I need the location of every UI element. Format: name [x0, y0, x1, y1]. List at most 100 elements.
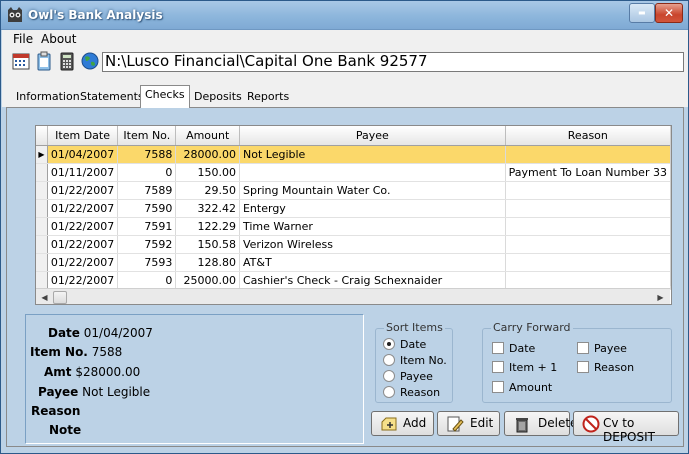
cell-date[interactable]: 01/22/2007 [47, 253, 119, 272]
cell-payee[interactable] [239, 163, 506, 182]
cell-item-no[interactable]: 7589 [117, 181, 177, 200]
table-row[interactable]: 01/22/2007 7589 29.50 Spring Mountain Wa… [36, 181, 671, 200]
file-path-field[interactable]: N:\Lusco Financial\Capital One Bank 9257… [102, 52, 684, 72]
checks-grid[interactable]: Item Date Item No. Amount Payee Reason ▶… [35, 125, 672, 305]
cell-payee[interactable]: Verizon Wireless [239, 235, 506, 254]
cell-amount[interactable]: 150.58 [175, 235, 240, 254]
col-header-item-no[interactable]: Item No. [117, 126, 177, 146]
tab-checks[interactable]: Checks [140, 85, 190, 108]
col-header-amount[interactable]: Amount [175, 126, 240, 146]
tab-deposits[interactable]: Deposits [194, 89, 242, 107]
cell-date[interactable]: 01/22/2007 [47, 199, 119, 218]
clipboard-icon[interactable] [34, 51, 54, 71]
menu-file[interactable]: File [13, 32, 33, 46]
horizontal-scroll-thumb[interactable] [53, 291, 67, 304]
calculator-icon[interactable] [57, 51, 77, 71]
table-row[interactable]: 01/22/2007 7590 322.42 Entergy [36, 199, 671, 218]
table-row[interactable]: 01/22/2007 7592 150.58 Verizon Wireless [36, 235, 671, 254]
radio-icon [383, 370, 395, 382]
col-header-payee[interactable]: Payee [239, 126, 506, 146]
close-button[interactable]: ✕ [655, 3, 683, 23]
cell-item-no[interactable]: 7588 [117, 145, 177, 164]
cell-amount[interactable]: 122.29 [175, 217, 240, 236]
cell-item-no[interactable]: 7591 [117, 217, 177, 236]
cell-reason[interactable] [505, 181, 671, 200]
cell-date[interactable]: 01/22/2007 [47, 181, 119, 200]
sort-option-label: Reason [400, 386, 441, 399]
carry-item-plus-one-checkbox[interactable]: Item + 1 [492, 361, 557, 374]
cell-payee[interactable]: AT&T [239, 253, 506, 272]
checkbox-icon [492, 342, 504, 354]
title-bar[interactable]: Owl's Bank Analysis ▬ ✕ [1, 1, 688, 30]
row-indicator [36, 253, 48, 272]
sort-by-payee-radio[interactable]: Payee [383, 370, 433, 383]
cell-reason[interactable] [505, 199, 671, 218]
calendar-icon[interactable] [11, 51, 31, 71]
edit-button-label: Edit [470, 416, 494, 430]
cell-item-no[interactable]: 7590 [117, 199, 177, 218]
cell-reason[interactable] [505, 271, 671, 290]
carry-reason-checkbox[interactable]: Reason [577, 361, 634, 374]
sort-by-item-no-radio[interactable]: Item No. [383, 354, 447, 367]
cell-payee[interactable]: Time Warner [239, 217, 506, 236]
vertical-scrollbar[interactable]: ▲ ▼ [670, 126, 672, 286]
scroll-up-icon[interactable]: ▲ [671, 126, 672, 143]
cell-payee[interactable]: Entergy [239, 199, 506, 218]
cell-date[interactable]: 01/04/2007 [47, 145, 119, 164]
col-header-reason[interactable]: Reason [505, 126, 671, 146]
tab-reports[interactable]: Reports [247, 89, 289, 107]
cell-date[interactable]: 01/22/2007 [47, 235, 119, 254]
table-row[interactable]: 01/11/2007 0 150.00 Payment To Loan Numb… [36, 163, 671, 182]
col-header-item-date[interactable]: Item Date [47, 126, 119, 146]
detail-item-value: 7588 [91, 345, 123, 359]
cell-reason[interactable]: Payment To Loan Number 33 [505, 163, 671, 182]
cell-amount[interactable]: 29.50 [175, 181, 240, 200]
cell-item-no[interactable]: 7593 [117, 253, 177, 272]
cell-amount[interactable]: 322.42 [175, 199, 240, 218]
table-row[interactable]: 01/22/2007 7591 122.29 Time Warner [36, 217, 671, 236]
sort-by-reason-radio[interactable]: Reason [383, 386, 440, 399]
table-row[interactable]: 01/22/2007 7593 128.80 AT&T [36, 253, 671, 272]
carry-payee-checkbox[interactable]: Payee [577, 342, 627, 355]
cell-amount[interactable]: 25000.00 [175, 271, 240, 290]
convert-to-deposit-button[interactable]: Cv to DEPOSIT [573, 411, 679, 444]
sort-by-date-radio[interactable]: Date [383, 338, 426, 351]
cell-item-no[interactable]: 7592 [117, 235, 177, 254]
cell-payee[interactable]: Not Legible [239, 145, 506, 164]
row-indicator-header [36, 126, 48, 146]
menu-about[interactable]: About [41, 32, 76, 46]
cell-date[interactable]: 01/11/2007 [47, 163, 119, 182]
table-row[interactable]: ▶ 01/04/2007 7588 28000.00 Not Legible [36, 145, 671, 164]
menu-bar: File About [2, 30, 688, 49]
cell-amount[interactable]: 150.00 [175, 163, 240, 182]
tab-information[interactable]: Information [16, 89, 80, 107]
cell-amount[interactable]: 128.80 [175, 253, 240, 272]
cell-payee[interactable]: Cashier's Check - Craig Schexnaider [239, 271, 506, 290]
minimize-button[interactable]: ▬ [629, 3, 655, 23]
detail-note-label: Note [49, 423, 82, 437]
cell-reason[interactable] [505, 217, 671, 236]
carry-amount-checkbox[interactable]: Amount [492, 381, 552, 394]
cell-date[interactable]: 01/22/2007 [47, 217, 119, 236]
tab-statements[interactable]: Statements [80, 89, 144, 107]
cell-reason[interactable] [505, 253, 671, 272]
edit-button[interactable]: Edit [437, 411, 500, 436]
horizontal-scrollbar[interactable]: ◀ ▶ [36, 288, 670, 304]
cell-reason[interactable] [505, 145, 671, 164]
delete-button[interactable]: Delete [504, 411, 577, 436]
cell-payee[interactable]: Spring Mountain Water Co. [239, 181, 506, 200]
row-indicator [36, 271, 48, 290]
scroll-down-icon[interactable]: ▼ [671, 269, 672, 286]
cell-date[interactable]: 01/22/2007 [47, 271, 119, 290]
scroll-left-icon[interactable]: ◀ [36, 289, 53, 304]
cell-item-no[interactable]: 0 [117, 271, 177, 290]
globe-icon[interactable] [80, 51, 100, 71]
detail-date-value: 01/04/2007 [83, 326, 153, 340]
table-row[interactable]: 01/22/2007 0 25000.00 Cashier's Check - … [36, 271, 671, 290]
add-button[interactable]: Add [371, 411, 434, 436]
cell-item-no[interactable]: 0 [117, 163, 177, 182]
scroll-right-icon[interactable]: ▶ [652, 289, 669, 304]
cell-reason[interactable] [505, 235, 671, 254]
cell-amount[interactable]: 28000.00 [175, 145, 240, 164]
carry-date-checkbox[interactable]: Date [492, 342, 535, 355]
